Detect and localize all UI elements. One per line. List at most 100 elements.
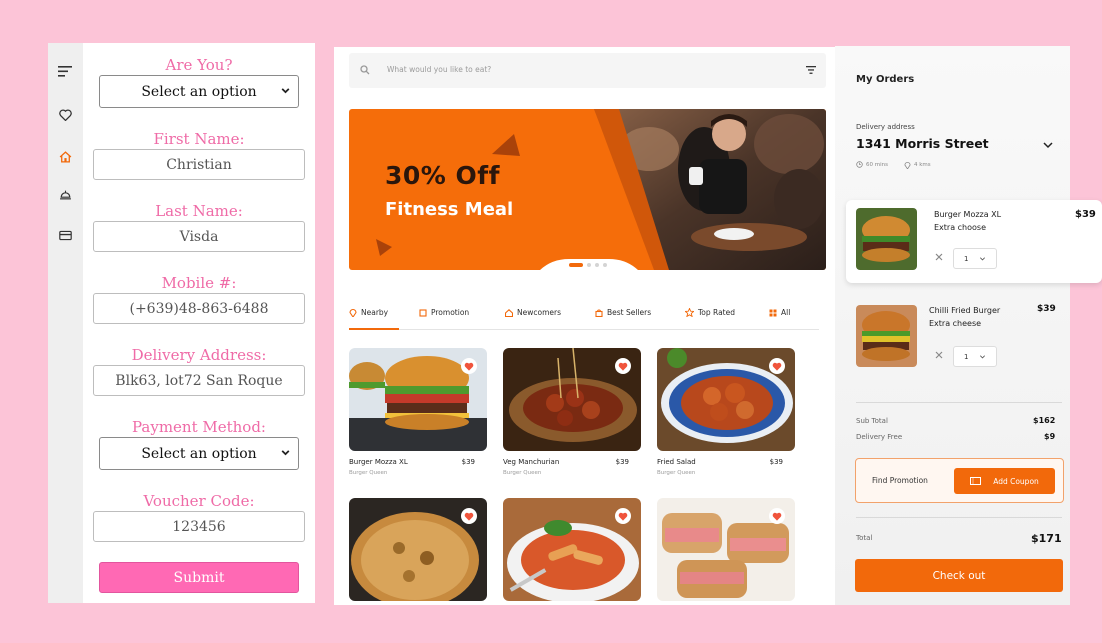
triangle-decor <box>492 134 520 156</box>
coupon-icon <box>970 477 982 485</box>
delivery-distance: 4 kms <box>904 161 931 169</box>
food-card[interactable]: Burger Mozza XL $39 Burger Queen <box>349 348 487 476</box>
promo-banner[interactable]: 30% Off Fitness Meal <box>349 109 826 270</box>
dish-icon[interactable] <box>56 186 74 204</box>
find-promotion-label[interactable]: Find Promotion <box>872 476 928 485</box>
tab-nearby[interactable]: Nearby <box>349 308 388 317</box>
category-tabs: Nearby Promotion Newcomers Best Sellers … <box>349 303 819 330</box>
delivery-address-label: Delivery Address: <box>131 346 267 364</box>
home-icon[interactable] <box>56 148 74 166</box>
add-coupon-label: Add Coupon <box>993 476 1039 486</box>
close-icon <box>935 351 943 359</box>
food-price: $39 <box>461 458 475 466</box>
mobile-field[interactable]: (+639)48-863-6488 <box>93 293 305 324</box>
delivery-time: 60 mins <box>856 161 888 168</box>
food-image-sandwich <box>657 498 795 601</box>
voucher-code-label: Voucher Code: <box>143 492 255 510</box>
order-item[interactable]: Burger Mozza XL Extra choose $39 1 <box>846 200 1102 283</box>
add-coupon-button[interactable]: Add Coupon <box>954 468 1055 494</box>
subtotal-value: $162 <box>1033 416 1056 425</box>
chevron-down-icon <box>281 88 290 94</box>
filter-icon[interactable] <box>806 66 816 74</box>
chevron-down-icon <box>980 256 986 260</box>
mobile-label: Mobile #: <box>161 274 237 292</box>
quantity-select[interactable]: 1 <box>953 248 997 269</box>
food-card[interactable]: Fried Salad $39 Burger Queen <box>657 348 795 476</box>
carousel-dot[interactable] <box>587 263 591 267</box>
close-icon <box>935 253 943 261</box>
heart-icon <box>772 362 782 371</box>
delivery-address-field[interactable]: Blk63, lot72 San Roque <box>93 365 305 396</box>
tab-promotion[interactable]: Promotion <box>419 308 469 317</box>
subtotal-label: Sub Total <box>856 417 888 425</box>
favorite-button[interactable] <box>769 508 785 524</box>
quantity-select[interactable]: 1 <box>953 346 997 367</box>
food-card[interactable] <box>503 498 641 601</box>
delivery-fee-label: Delivery Free <box>856 433 903 441</box>
are-you-select[interactable]: Select an option <box>99 75 299 108</box>
search-input[interactable]: What would you like to eat? <box>387 65 491 74</box>
triangle-decor <box>376 239 392 256</box>
delivery-address[interactable]: 1341 Morris Street <box>856 136 989 151</box>
order-item-title: Chilli Fried Burger <box>929 306 1001 315</box>
menu-icon[interactable] <box>56 62 74 80</box>
food-price: $39 <box>615 458 629 466</box>
heart-icon <box>618 362 628 371</box>
favorite-button[interactable] <box>769 358 785 374</box>
food-card[interactable] <box>657 498 795 601</box>
last-name-field[interactable]: Visda <box>93 221 305 252</box>
favorite-button[interactable] <box>615 508 631 524</box>
card-icon[interactable] <box>56 226 74 244</box>
tab-top-rated-label: Top Rated <box>698 308 735 317</box>
search-bar[interactable]: What would you like to eat? <box>349 53 826 88</box>
first-name-field[interactable]: Christian <box>93 149 305 180</box>
tab-newcomers[interactable]: Newcomers <box>505 308 561 317</box>
tab-best-sellers[interactable]: Best Sellers <box>595 308 651 317</box>
star-icon <box>685 308 694 317</box>
submit-button[interactable]: Submit <box>99 562 299 593</box>
home-icon <box>505 308 513 317</box>
favorite-button[interactable] <box>461 358 477 374</box>
order-item-name: Chilli Fried Burger Extra cheese <box>929 304 1000 330</box>
carousel-dots[interactable] <box>569 263 607 267</box>
food-main-panel: What would you like to eat? 30% Off Fitn… <box>334 47 836 605</box>
heart-icon <box>464 512 474 521</box>
tab-all[interactable]: All <box>769 308 790 317</box>
grid-icon <box>769 309 777 316</box>
tab-all-label: All <box>781 308 791 317</box>
food-image-pizza <box>349 498 487 601</box>
carousel-dot-active[interactable] <box>569 263 583 267</box>
delivery-distance-value: 4 kms <box>914 162 931 168</box>
food-name: Fried Salad <box>657 458 696 466</box>
banner-subtitle: Fitness Meal <box>385 199 514 220</box>
location-icon <box>904 162 911 169</box>
heart-icon[interactable] <box>56 106 74 124</box>
remove-item-button[interactable] <box>935 351 943 362</box>
voucher-code-field[interactable]: 123456 <box>93 511 305 542</box>
total-label: Total <box>856 534 873 542</box>
carousel-dot[interactable] <box>595 263 599 267</box>
food-image-burger <box>349 348 487 451</box>
checkout-button[interactable]: Check out <box>855 559 1063 592</box>
divider <box>856 517 1062 518</box>
tab-top-rated[interactable]: Top Rated <box>685 308 735 317</box>
favorite-button[interactable] <box>615 358 631 374</box>
remove-item-button[interactable] <box>935 253 943 264</box>
payment-method-select[interactable]: Select an option <box>99 437 299 470</box>
tab-promotion-label: Promotion <box>431 308 470 317</box>
food-card[interactable] <box>349 498 487 601</box>
search-icon <box>360 65 370 75</box>
payment-method-label: Payment Method: <box>131 418 266 436</box>
chevron-down-icon[interactable] <box>1042 140 1054 150</box>
total-value: $171 <box>1031 532 1062 545</box>
favorite-button[interactable] <box>461 508 477 524</box>
tag-icon <box>419 308 427 317</box>
last-name-label: Last Name: <box>155 202 243 220</box>
icon-rail <box>48 43 83 603</box>
active-tab-indicator <box>349 328 399 330</box>
order-item-variant: Extra cheese <box>929 319 982 328</box>
food-card[interactable]: Veg Manchurian $39 Burger Queen <box>503 348 641 476</box>
food-shop: Burger Queen <box>657 470 696 476</box>
carousel-dot[interactable] <box>603 263 607 267</box>
payment-method-select-value: Select an option <box>141 445 257 462</box>
